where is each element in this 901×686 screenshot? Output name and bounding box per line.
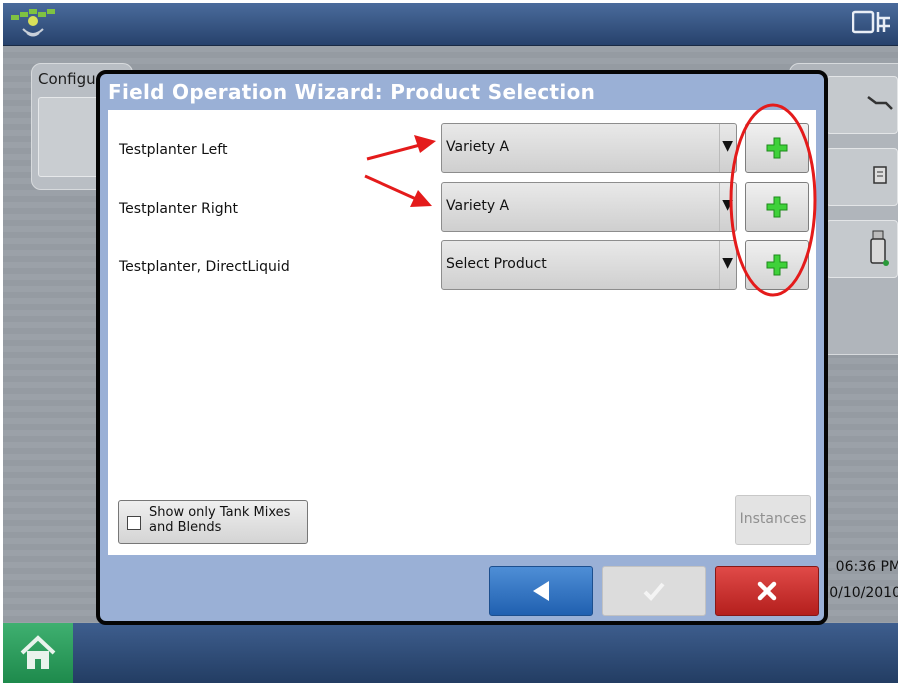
wrench-icon	[867, 96, 893, 110]
clock: 06:36 PM 0/10/2010	[823, 554, 898, 606]
tools-button[interactable]	[826, 76, 898, 134]
tank-mix-checkbox[interactable]	[127, 516, 141, 530]
date-text: 0/10/2010	[829, 585, 898, 601]
data-button[interactable]	[826, 148, 898, 206]
gps-signal-icon[interactable]	[9, 7, 61, 41]
configuration-label: Configu	[38, 70, 96, 88]
dialog-title: Field Operation Wizard: Product Selectio…	[108, 80, 596, 104]
dropdown-arrow-icon: ▼	[722, 255, 733, 271]
instances-label: Instances	[739, 511, 807, 527]
home-button[interactable]	[3, 623, 73, 683]
plus-icon	[766, 196, 788, 218]
product-dropdown-direct-liquid[interactable]: Select Product ▼	[441, 240, 737, 290]
product-selection-dialog: Field Operation Wizard: Product Selectio…	[96, 70, 828, 625]
tank-mix-label: Show only Tank Mixes and Blends	[149, 505, 291, 535]
product-dropdown-left[interactable]: Variety A ▼	[441, 123, 737, 173]
tank-mix-filter-toggle[interactable]: Show only Tank Mixes and Blends	[118, 500, 308, 544]
cancel-button[interactable]	[715, 566, 819, 616]
time-text: 06:36 PM	[835, 559, 898, 575]
instances-button[interactable]: Instances	[735, 495, 811, 545]
usb-drive-icon	[870, 230, 889, 266]
add-product-button-right[interactable]	[745, 182, 809, 232]
add-product-button-direct-liquid[interactable]	[745, 240, 809, 290]
row-label-direct-liquid: Testplanter, DirectLiquid	[119, 259, 290, 275]
back-arrow-icon	[533, 581, 549, 601]
close-icon	[757, 581, 777, 601]
dropdown-value: Select Product	[446, 256, 547, 272]
display-layout-icon[interactable]	[852, 10, 892, 36]
bottom-bar	[3, 623, 898, 683]
display-screen: Configu 06:36 PM 0/10/2010 Field Operati…	[3, 3, 898, 683]
top-bar	[3, 3, 898, 46]
document-icon	[873, 166, 887, 184]
row-label-testplanter-left: Testplanter Left	[119, 142, 228, 158]
checkmark-icon	[643, 582, 665, 601]
dropdown-arrow-icon: ▼	[722, 197, 733, 213]
row-label-testplanter-right: Testplanter Right	[119, 201, 238, 217]
dropdown-arrow-icon: ▼	[722, 138, 733, 154]
back-button[interactable]	[489, 566, 593, 616]
add-product-button-left[interactable]	[745, 123, 809, 173]
dialog-body: Testplanter Left Variety A ▼ Testplanter…	[108, 110, 816, 555]
dropdown-value: Variety A	[446, 198, 510, 214]
dropdown-value: Variety A	[446, 139, 510, 155]
accept-button[interactable]	[602, 566, 706, 616]
plus-icon	[766, 137, 788, 159]
home-icon	[20, 635, 56, 669]
product-dropdown-right[interactable]: Variety A ▼	[441, 182, 737, 232]
plus-icon	[766, 254, 788, 276]
usb-button[interactable]	[826, 220, 898, 278]
